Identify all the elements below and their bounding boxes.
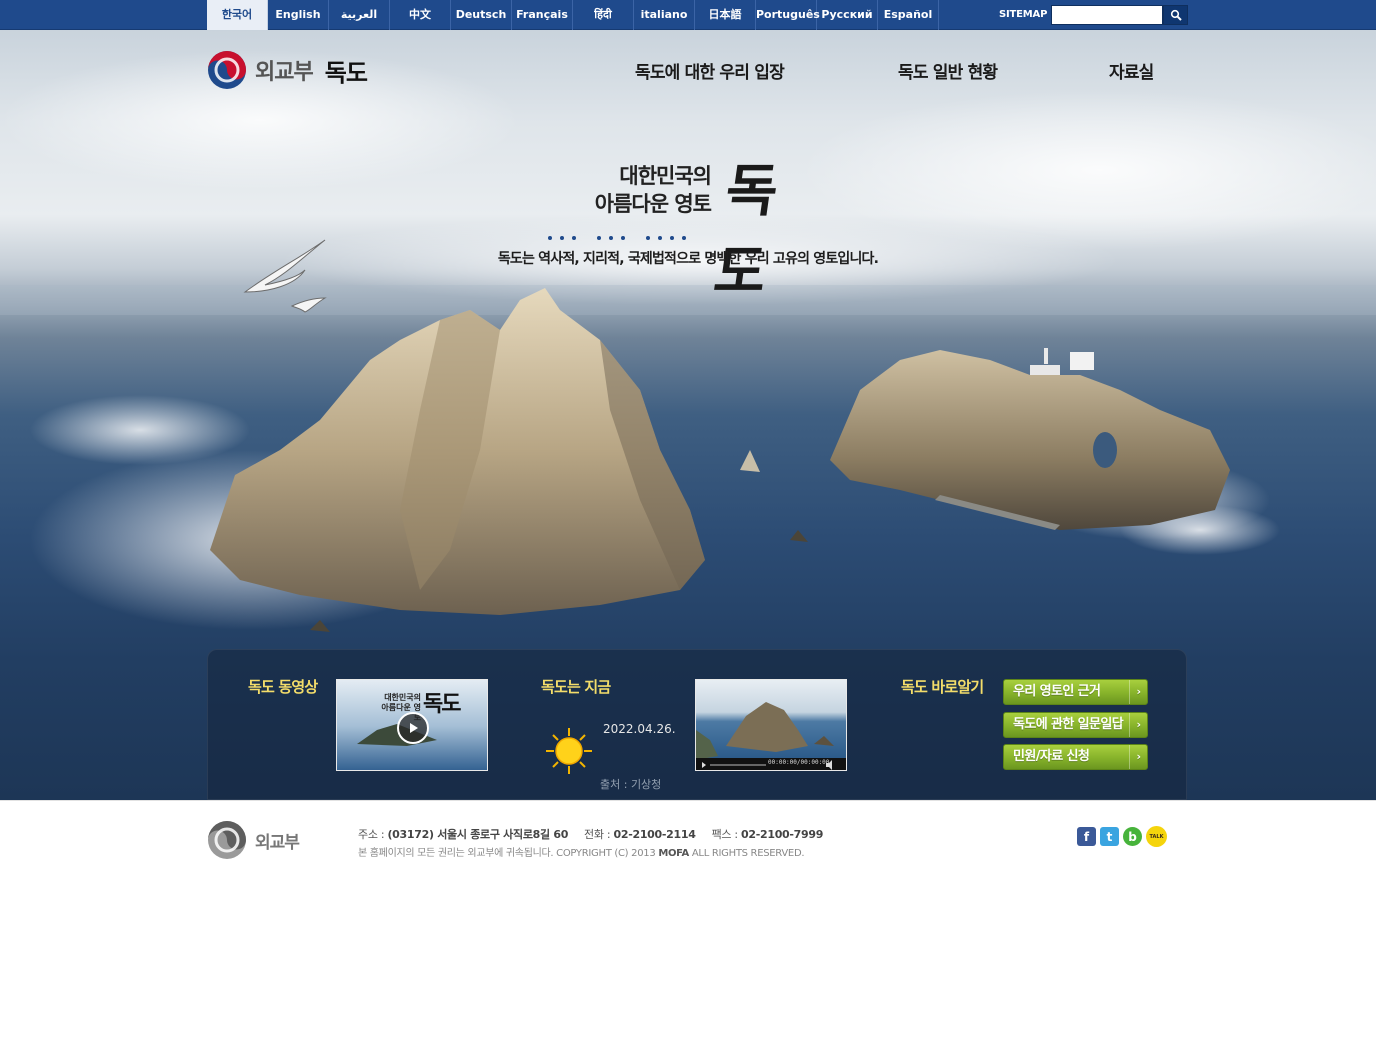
address-label: 주소 : (358, 828, 385, 841)
nav-archive[interactable]: 자료실 (1109, 58, 1154, 83)
band-icon[interactable]: b (1123, 827, 1142, 846)
territory-evidence-label: 우리 영토인 근거 (1013, 684, 1101, 699)
lang-german[interactable]: Deutsch (451, 0, 512, 30)
now-section-title: 독도는 지금 (541, 678, 611, 696)
play-icon[interactable] (397, 712, 429, 744)
footer-address: 주소 : (03172) 서울시 종로구 사직로8길 60 전화 : 02-21… (358, 826, 823, 842)
territory-evidence-button[interactable]: 우리 영토인 근거 › (1003, 679, 1148, 705)
request-label: 민원/자료 신청 (1013, 749, 1090, 764)
lang-korean[interactable]: 한국어 (207, 0, 268, 30)
hero-section: 외교부 독도 독도에 대한 우리 입장 독도 일반 현황 자료실 대한민국의 아… (0, 30, 1376, 800)
site-footer: 외교부 주소 : (03172) 서울시 종로구 사직로8길 60 전화 : 0… (0, 800, 1376, 870)
lang-arabic[interactable]: العربية (329, 0, 390, 30)
logo-ministry-text: 외교부 (255, 60, 314, 85)
copyright-brand: MOFA (658, 848, 689, 859)
lang-spanish[interactable]: Español (878, 0, 939, 30)
hero-title: 대한민국의 아름다운 영토 독도 (575, 150, 815, 305)
live-camera-image (696, 680, 846, 770)
address-value: (03172) 서울시 종로구 사직로8길 60 (387, 828, 569, 841)
video-thumbnail[interactable]: 대한민국의 아름다운 영토 독도 (336, 679, 488, 771)
player-time-display: 00:00:00/00:00:00 (768, 759, 830, 766)
copyright-rights: ALL RIGHTS RESERVED. (691, 848, 805, 859)
phone-label: 전화 : (584, 828, 611, 841)
know-section-title: 독도 바로알기 (901, 678, 984, 696)
taegeuk-emblem-gray-icon (208, 821, 246, 859)
video-thumb-caption-big: 독도 (423, 691, 462, 717)
hero-title-line2: 아름다운 영토 (594, 191, 712, 216)
fax-label: 팩스 : (711, 828, 739, 841)
weather-source: 출처 : 기상청 (600, 778, 662, 791)
lang-chinese[interactable]: 中文 (390, 0, 451, 30)
faq-label: 독도에 관한 일문일답 (1013, 717, 1124, 732)
weather-date: 2022.04.26. (603, 722, 676, 736)
twitter-icon[interactable]: t (1100, 827, 1119, 846)
live-camera-thumbnail[interactable]: 00:00:00/00:00:00 (695, 679, 847, 771)
taegeuk-emblem-icon (208, 51, 246, 89)
footer-logo[interactable]: 외교부 (207, 820, 300, 860)
hero-tagline: 독도는 역사적, 지리적, 국제법적으로 명백한 우리 고유의 영토입니다. (497, 251, 879, 267)
nav-dokdo-position[interactable]: 독도에 대한 우리 입장 (635, 58, 785, 83)
lang-french[interactable]: Français (512, 0, 573, 30)
request-button[interactable]: 민원/자료 신청 › (1003, 744, 1148, 770)
site-logo[interactable]: 외교부 독도 (207, 50, 368, 90)
magnifier-icon (1170, 9, 1182, 21)
language-bar: 한국어 English العربية 中文 Deutsch Français … (0, 0, 1376, 30)
kakaotalk-icon[interactable]: TALK (1146, 826, 1167, 847)
search-input[interactable] (1051, 5, 1163, 25)
sun-icon (546, 728, 592, 774)
footer-logo-text: 외교부 (255, 832, 300, 853)
video-section-title: 독도 동영상 (248, 678, 318, 696)
copyright-korean: 본 홈페이지의 모든 권리는 외교부에 귀속됩니다. (358, 848, 554, 859)
emphasis-dots (548, 236, 691, 240)
logo-site-text: 독도 (324, 58, 368, 87)
facebook-icon[interactable]: f (1077, 827, 1096, 846)
hero-title-small: 대한민국의 아름다운 영토 (581, 162, 712, 218)
lang-portuguese[interactable]: Português (756, 0, 820, 30)
lang-japanese[interactable]: 日本語 (695, 0, 756, 30)
lang-hindi[interactable]: हिंदी (573, 0, 634, 30)
chevron-right-icon: › (1129, 713, 1147, 737)
copyright-english: COPYRIGHT (C) 2013 (556, 848, 656, 859)
chevron-right-icon: › (1129, 680, 1147, 704)
lang-russian[interactable]: Русский (817, 0, 878, 30)
search-button[interactable] (1163, 5, 1188, 25)
phone-value: 02-2100-2114 (613, 828, 696, 841)
quick-panel: 독도 동영상 대한민국의 아름다운 영토 독도 독도는 지금 (207, 649, 1187, 800)
fax-value: 02-2100-7999 (741, 828, 824, 841)
language-list: 한국어 English العربية 中文 Deutsch Français … (207, 0, 939, 30)
faq-button[interactable]: 독도에 관한 일문일답 › (1003, 712, 1148, 738)
lang-english[interactable]: English (268, 0, 329, 30)
chevron-right-icon: › (1129, 745, 1147, 769)
sitemap-link[interactable]: SITEMAP (999, 0, 1047, 30)
nav-dokdo-status[interactable]: 독도 일반 현황 (898, 58, 998, 83)
footer-copyright: 본 홈페이지의 모든 권리는 외교부에 귀속됩니다. COPYRIGHT (C)… (358, 844, 805, 859)
lang-italian[interactable]: italiano (634, 0, 695, 30)
hero-title-line1: 대한민국의 (619, 163, 712, 188)
